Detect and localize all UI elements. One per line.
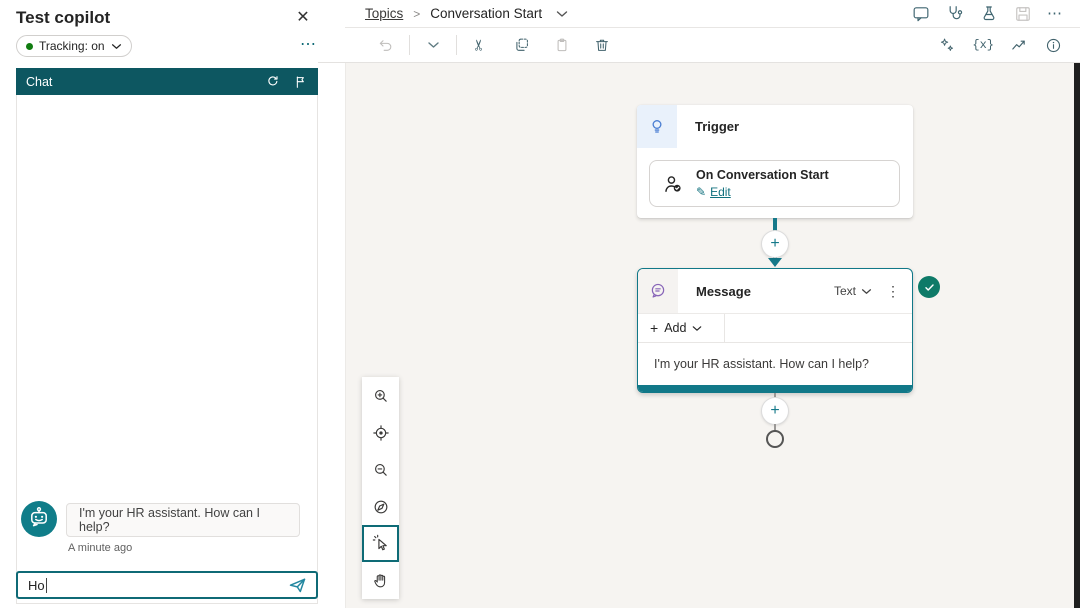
plus-icon: + xyxy=(650,320,658,336)
message-node-accent-bar xyxy=(638,385,912,392)
save-icon[interactable] xyxy=(1013,4,1033,24)
add-label: Add xyxy=(664,321,686,335)
breadcrumb: Topics > Conversation Start ⋯ xyxy=(318,0,1080,27)
add-node-button[interactable]: + xyxy=(762,398,788,424)
trigger-item[interactable]: On Conversation Start ✎ Edit xyxy=(649,160,900,207)
message-body-text[interactable]: I'm your HR assistant. How can I help? xyxy=(638,343,912,385)
canvas-zoom-toolbar xyxy=(362,377,399,599)
trigger-node-title: Trigger xyxy=(695,119,739,134)
node-valid-check-icon xyxy=(918,276,940,298)
message-add-row: + Add xyxy=(638,313,912,343)
select-tool-icon[interactable] xyxy=(362,525,399,562)
more-commands-icon[interactable]: ⋯ xyxy=(1047,4,1063,24)
canvas-toolbar: ✂ {x} xyxy=(318,28,1080,62)
end-of-flow-node xyxy=(766,430,784,448)
chat-input[interactable]: Ho xyxy=(16,571,318,599)
message-node-header: Message Text ⋮ xyxy=(638,269,912,313)
message-bubble-icon xyxy=(638,269,678,313)
info-icon[interactable] xyxy=(1044,36,1063,55)
bot-avatar xyxy=(21,501,57,537)
message-timestamp: A minute ago xyxy=(68,542,132,554)
breadcrumb-current-topic: Conversation Start xyxy=(430,6,542,21)
chat-panel: Chat I'm your HR assistant. How xyxy=(16,68,318,604)
edit-trigger-link[interactable]: Edit xyxy=(710,185,731,199)
bot-message-bubble: I'm your HR assistant. How can I help? xyxy=(66,503,300,537)
chat-header-title: Chat xyxy=(26,75,52,89)
message-node-title: Message xyxy=(696,284,751,299)
trigger-node[interactable]: Trigger On Conversation Start ✎ Edit xyxy=(637,105,913,218)
undo-icon[interactable] xyxy=(377,35,395,55)
cut-icon[interactable]: ✂ xyxy=(470,36,490,54)
trigger-item-title: On Conversation Start xyxy=(696,168,829,183)
tracking-toggle[interactable]: Tracking: on xyxy=(16,35,132,57)
connector-arrow xyxy=(768,258,782,267)
toolbar-divider xyxy=(409,35,410,55)
chevron-down-icon xyxy=(111,43,122,50)
test-panel-title: Test copilot xyxy=(16,5,110,31)
text-caret xyxy=(46,578,47,593)
message-node[interactable]: Message Text ⋮ + Add I'm your HR assista… xyxy=(637,268,913,393)
breadcrumb-separator: > xyxy=(413,7,420,21)
copy-icon[interactable] xyxy=(513,35,531,55)
add-row-divider xyxy=(724,314,725,342)
undo-menu-chevron-icon[interactable] xyxy=(424,35,442,55)
topic-dropdown-chevron-icon[interactable] xyxy=(556,10,568,18)
comments-icon[interactable] xyxy=(911,4,931,24)
refresh-icon[interactable] xyxy=(265,74,281,90)
pencil-icon: ✎ xyxy=(696,185,706,199)
node-more-menu-icon[interactable]: ⋮ xyxy=(886,283,900,300)
chevron-down-icon xyxy=(692,325,702,332)
lightbulb-icon xyxy=(637,105,677,148)
add-node-button[interactable]: + xyxy=(762,231,788,257)
screen-edge-strip xyxy=(1074,63,1080,608)
toolbar-divider xyxy=(456,35,457,55)
more-options-icon[interactable]: ⋯ xyxy=(296,33,320,57)
paste-icon[interactable] xyxy=(553,35,571,55)
zoom-out-icon[interactable] xyxy=(362,451,399,488)
delete-icon[interactable] xyxy=(593,35,611,55)
reset-view-compass-icon[interactable] xyxy=(362,488,399,525)
tracking-label: Tracking: on xyxy=(39,39,105,53)
trigger-node-header: Trigger xyxy=(637,105,913,148)
flag-icon[interactable] xyxy=(293,74,308,90)
person-badge-icon xyxy=(662,173,684,195)
test-beaker-icon[interactable] xyxy=(979,4,999,24)
variables-icon[interactable]: {x} xyxy=(972,38,994,52)
topic-checker-icon[interactable] xyxy=(945,4,965,24)
copilot-sparkles-icon[interactable] xyxy=(938,36,957,55)
chat-header: Chat xyxy=(16,68,318,95)
add-content-button[interactable]: + Add xyxy=(638,320,702,336)
tracking-status-dot xyxy=(26,43,33,50)
message-type-select[interactable]: Text xyxy=(834,284,872,298)
pan-tool-icon[interactable] xyxy=(362,562,399,599)
zoom-in-icon[interactable] xyxy=(362,377,399,414)
close-icon[interactable]: ✕ xyxy=(292,7,314,29)
chat-input-value: Ho xyxy=(28,578,45,593)
message-type-value: Text xyxy=(834,284,856,298)
chevron-down-icon xyxy=(861,288,872,295)
analytics-icon[interactable] xyxy=(1009,35,1029,55)
center-view-icon[interactable] xyxy=(362,414,399,451)
send-icon[interactable] xyxy=(287,575,308,595)
breadcrumb-topics-link[interactable]: Topics xyxy=(365,6,403,21)
copilot-studio-app: Test copilot ✕ Tracking: on ⋯ Chat xyxy=(0,0,1080,608)
